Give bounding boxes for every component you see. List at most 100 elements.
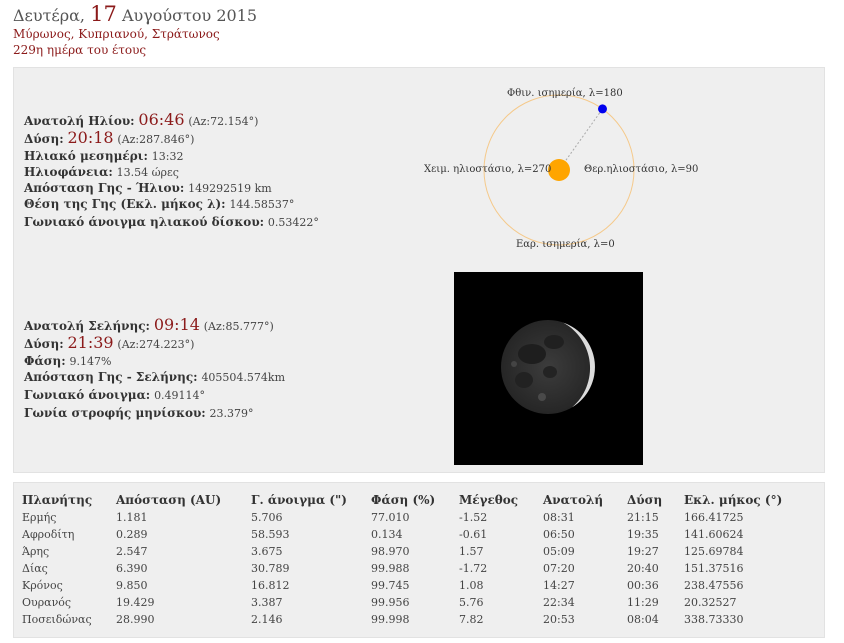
cell: 20:53: [543, 613, 575, 626]
table-row: Ποσειδώνας 28.990 2.146 99.998 7.82 20:53 08:0…: [22, 613, 794, 630]
moon-diameter-value: 0.49114°: [154, 389, 206, 402]
sunrise-time: 06:46: [138, 110, 185, 129]
moon-phase-label: Φάση:: [24, 354, 66, 368]
col-ecliptic-longitude: Εκλ. μήκος (°): [684, 493, 783, 507]
cell: 7.82: [459, 613, 484, 626]
table-row: Αφροδίτη 0.289 58.593 0.134 -0.61 06:50 19:35 1…: [22, 528, 794, 545]
moonrise-azimuth: (Az:85.777°): [203, 320, 274, 333]
earth-longitude-value: 144.58537°: [229, 198, 295, 211]
cell: 99.998: [371, 613, 410, 626]
day-number: 17: [90, 2, 117, 26]
planet-name: Αφροδίτη: [22, 528, 75, 541]
col-magnitude: Μέγεθος: [459, 493, 519, 507]
autumn-equinox-label: Φθιν. ισημερία, λ=180: [507, 88, 623, 99]
namedays: Μύρωνος, Κυπριανού, Στράτωνος: [13, 27, 220, 41]
crescent-rotation-value: 23.379°: [209, 407, 254, 420]
table-row: Ερμής 1.181 5.706 77.010 -1.52 08:31 21:15 166.…: [22, 511, 794, 528]
earth-orbit-diagram: Φθιν. ισημερία, λ=180 Χειμ. ηλιοστάσιο, …: [424, 88, 698, 250]
sun-diameter-value: 0.53422°: [267, 216, 319, 229]
cell: 19:27: [627, 545, 659, 558]
col-angular-size: Γ. άνοιγμα ("): [251, 493, 347, 507]
solar-noon-label: Ηλιακό μεσημέρι:: [24, 149, 148, 163]
planet-name: Άρης: [22, 545, 50, 558]
cell: 22:34: [543, 596, 575, 609]
cell: 28.990: [116, 613, 155, 626]
col-rise: Ανατολή: [543, 493, 604, 507]
cell: 19.429: [116, 596, 155, 609]
cell: 151.37516: [684, 562, 744, 575]
col-set: Δύση: [627, 493, 663, 507]
table-row: Ουρανός 19.429 3.387 99.956 5.76 22:34 11:29 20…: [22, 596, 794, 613]
date-heading: Δευτέρα, 17 Αυγούστου 2015: [13, 3, 257, 27]
earth-icon: [598, 104, 607, 114]
col-distance: Απόσταση (AU): [116, 493, 222, 507]
cell: 00:36: [627, 579, 659, 592]
cell: 6.390: [116, 562, 148, 575]
sun-distance-value: 149292519 km: [188, 182, 272, 195]
cell: 21:15: [627, 511, 659, 524]
planet-name: Κρόνος: [22, 579, 63, 592]
cell: 5.76: [459, 596, 484, 609]
weekday: Δευτέρα,: [13, 6, 86, 25]
moon-info: Ανατολή Σελήνης: 09:14 (Az:85.777°) Δύση…: [24, 317, 285, 421]
cell: -1.52: [459, 511, 488, 524]
cell: 16.812: [251, 579, 290, 592]
cell: 58.593: [251, 528, 290, 541]
cell: 0.134: [371, 528, 403, 541]
moonset-time: 21:39: [67, 333, 114, 352]
moon-crescent-icon: [501, 320, 595, 414]
sun-moon-panel: Ανατολή Ηλίου: 06:46 (Az:72.154°) Δύση: …: [13, 67, 825, 473]
earth-longitude-label: Θέση της Γης (Εκλ. μήκος λ):: [24, 197, 226, 211]
moon-diameter-label: Γωνιακό άνοιγμα:: [24, 388, 151, 402]
cell: 141.60624: [684, 528, 744, 541]
cell: 99.956: [371, 596, 410, 609]
cell: 2.146: [251, 613, 283, 626]
spring-equinox-label: Εαρ. ισημερία, λ=0: [516, 239, 615, 250]
table-row: Άρης 2.547 3.675 98.970 1.57 05:09 19:27 125.69…: [22, 545, 794, 562]
sun-earth-line: [558, 108, 603, 171]
moon-distance-value: 405504.574km: [201, 371, 286, 384]
planets-table: Πλανήτης Απόσταση (AU) Γ. άνοιγμα (") Φά…: [22, 493, 794, 630]
cell: 07:20: [543, 562, 575, 575]
cell: 99.988: [371, 562, 410, 575]
cell: 05:09: [543, 545, 575, 558]
sun-diameter-label: Γωνιακό άνοιγμα ηλιακού δίσκου:: [24, 215, 265, 229]
cell: 98.970: [371, 545, 410, 558]
cell: 06:50: [543, 528, 575, 541]
cell: -1.72: [459, 562, 488, 575]
crescent-rotation-label: Γωνία στροφής μηνίσκου:: [24, 406, 206, 420]
sunrise-azimuth: (Az:72.154°): [188, 115, 259, 128]
sunset-azimuth: (Az:287.846°): [117, 133, 195, 146]
daylight-value: 13.54 ώρες: [116, 166, 179, 179]
cell: 30.789: [251, 562, 290, 575]
planet-name: Ποσειδώνας: [22, 613, 92, 626]
winter-solstice-label: Χειμ. ηλιοστάσιο, λ=270: [424, 164, 551, 175]
cell: 99.745: [371, 579, 410, 592]
sun-distance-label: Απόσταση Γης - Ήλιου:: [24, 181, 185, 195]
planet-name: Δίας: [22, 562, 48, 575]
page-header: Δευτέρα, 17 Αυγούστου 2015 Μύρωνος, Κυπρ…: [13, 3, 257, 58]
table-row: Κρόνος 9.850 16.812 99.745 1.08 14:27 00:36 238…: [22, 579, 794, 596]
cell: 238.47556: [684, 579, 744, 592]
summer-solstice-label: Θερ.ηλιοστάσιο, λ=90: [584, 164, 698, 175]
sunrise-label: Ανατολή Ηλίου:: [24, 114, 135, 128]
cell: 19:35: [627, 528, 659, 541]
cell: 14:27: [543, 579, 575, 592]
table-header-row: Πλανήτης Απόσταση (AU) Γ. άνοιγμα (") Φά…: [22, 493, 794, 511]
col-planet: Πλανήτης: [22, 493, 93, 507]
cell: 1.57: [459, 545, 484, 558]
moon-phase-value: 9.147%: [69, 355, 112, 368]
cell: 08:31: [543, 511, 575, 524]
sunset-label: Δύση:: [24, 132, 64, 146]
moonset-label: Δύση:: [24, 337, 64, 351]
cell: 3.387: [251, 596, 283, 609]
planet-name: Ουρανός: [22, 596, 72, 609]
cell: 125.69784: [684, 545, 744, 558]
cell: 166.41725: [684, 511, 744, 524]
cell: 5.706: [251, 511, 283, 524]
cell: 2.547: [116, 545, 148, 558]
moonset-azimuth: (Az:274.223°): [117, 338, 195, 351]
cell: 20:40: [627, 562, 659, 575]
moonrise-time: 09:14: [153, 315, 200, 334]
daylight-label: Ηλιοφάνεια:: [24, 165, 113, 179]
